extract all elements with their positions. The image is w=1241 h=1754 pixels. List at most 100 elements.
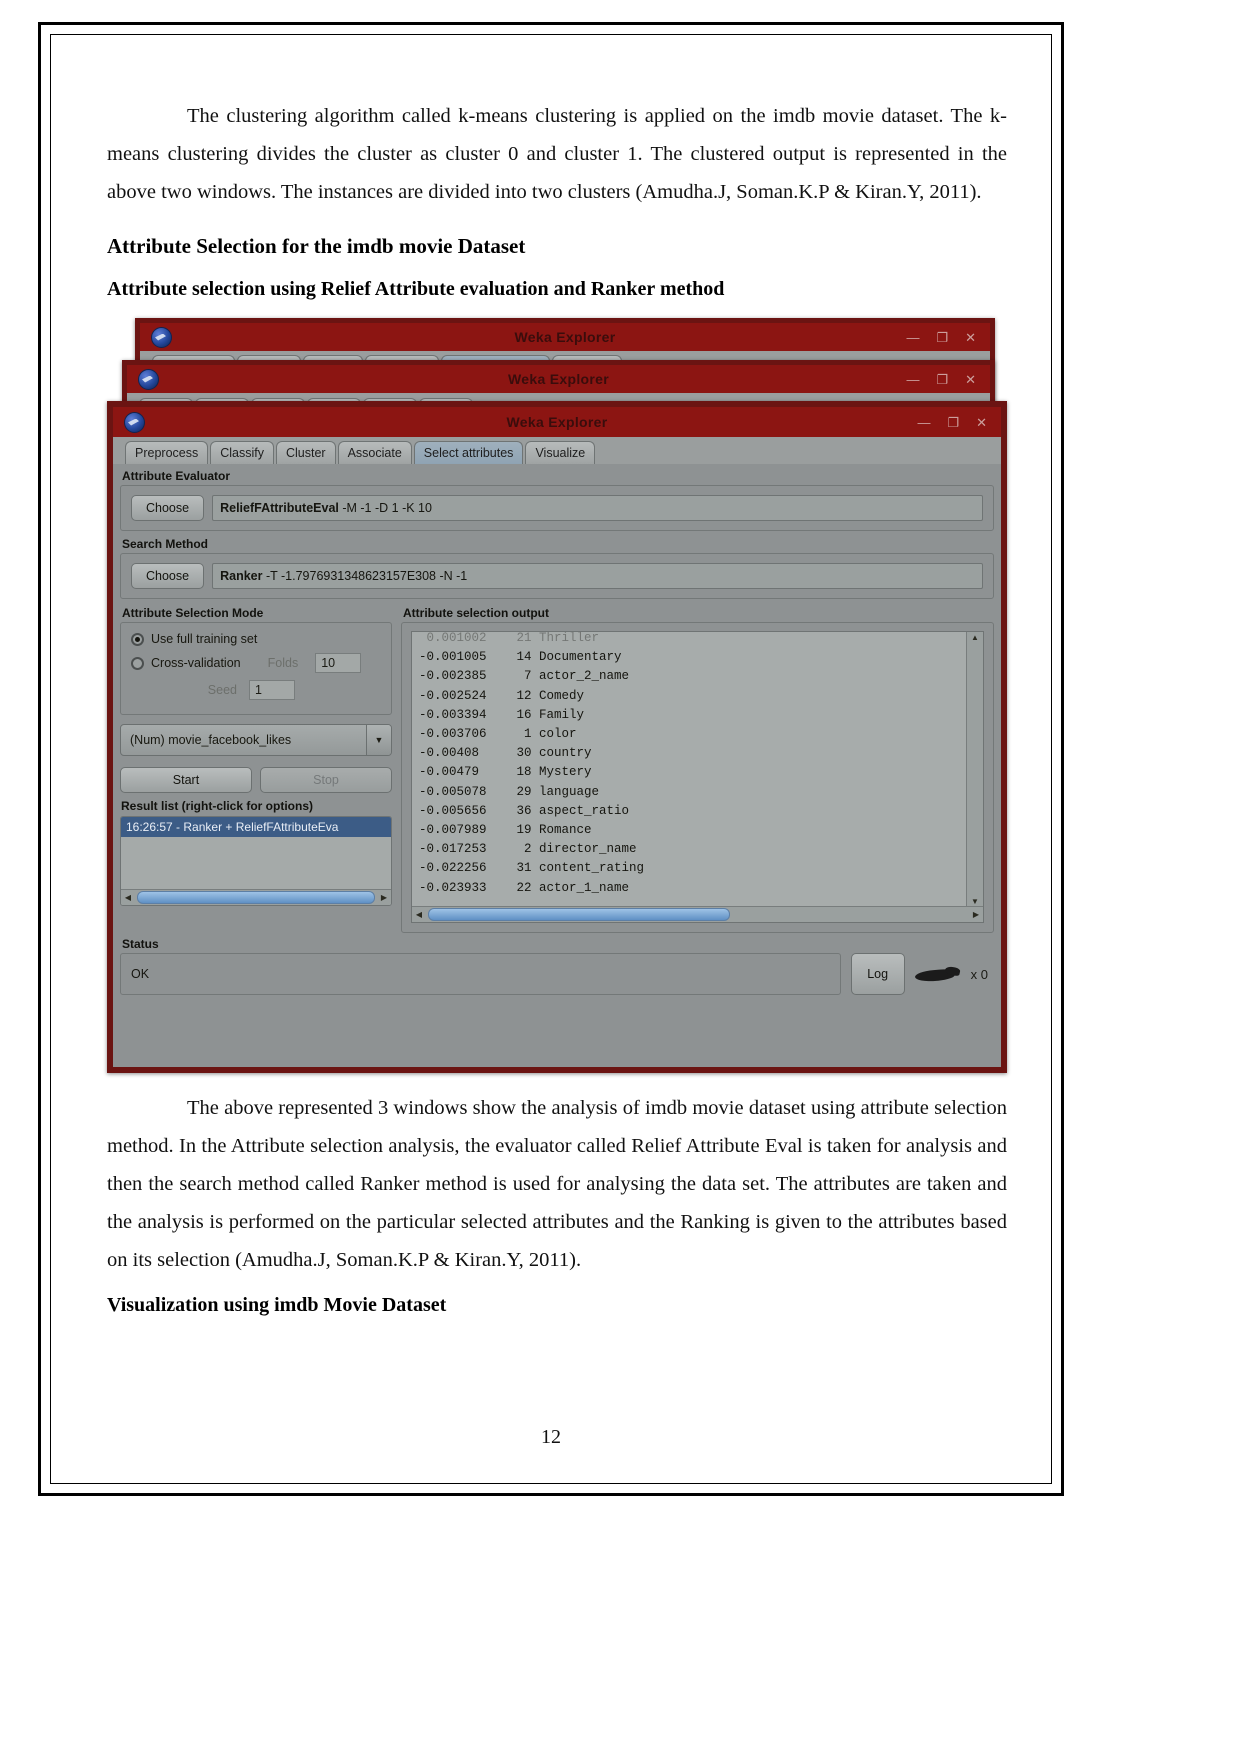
close-icon[interactable]: ✕ <box>976 416 987 429</box>
result-list-horizontal-scrollbar[interactable]: ◀ ▶ <box>121 889 391 905</box>
search-method-label: Search Method <box>122 537 209 551</box>
weka-bird-icon <box>915 962 961 986</box>
attribute-selection-output-label: Attribute selection output <box>403 606 549 620</box>
search-method-value-field[interactable]: Ranker -T -1.7976931348623157E308 -N -1 <box>212 563 983 589</box>
scroll-right-icon[interactable]: ▶ <box>377 893 391 902</box>
output-text-area[interactable]: 0.001002 21 Thriller -0.001005 14 Docume… <box>411 631 984 923</box>
radio-use-full-training-set[interactable]: Use full training set <box>131 632 381 646</box>
output-line: -0.002385 7 actor_2_name <box>419 669 630 684</box>
titlebar-background-1: Weka Explorer — ❐ ✕ <box>140 323 990 351</box>
right-column: Attribute selection output 0.001002 21 T… <box>401 605 994 933</box>
window-title: Weka Explorer <box>514 329 616 345</box>
window-title: Weka Explorer <box>508 371 609 387</box>
output-horizontal-scrollbar[interactable]: ◀ ▶ <box>412 906 983 922</box>
status-group: Status OK Log x 0 <box>120 937 994 995</box>
weka-window-foreground[interactable]: Weka Explorer — ❐ ✕ Preprocess Classify … <box>107 401 1007 1073</box>
paragraph-analysis: The above represented 3 windows show the… <box>107 1097 1007 1271</box>
output-line: -0.022256 31 content_rating <box>419 861 645 876</box>
start-button[interactable]: Start <box>120 767 252 793</box>
evaluator-name: ReliefFAttributeEval <box>220 501 339 515</box>
page-border-outer: The clustering algorithm called k-means … <box>38 22 1064 1496</box>
weka-explorer-screenshot-figure: Weka Explorer — ❐ ✕ Preprocess Classify … <box>107 313 1007 1083</box>
status-message: OK <box>120 953 841 995</box>
output-line: -0.007989 19 Romance <box>419 823 592 838</box>
result-list-item[interactable]: 16:26:57 - Ranker + ReliefFAttributeEva <box>121 817 391 837</box>
scroll-right-icon[interactable]: ▶ <box>969 910 983 919</box>
tab-select-attributes[interactable]: Select attributes <box>413 441 524 464</box>
scrollbar-thumb[interactable] <box>428 908 730 921</box>
chevron-down-icon[interactable]: ▼ <box>366 725 391 755</box>
close-icon[interactable]: ✕ <box>965 373 976 386</box>
paragraph-intro: The clustering algorithm called k-means … <box>107 105 1007 203</box>
output-line: -0.003706 1 color <box>419 727 577 742</box>
minimize-icon[interactable]: — <box>906 373 919 386</box>
start-stop-row: Start Stop <box>120 767 392 793</box>
output-line: -0.005656 36 aspect_ratio <box>419 803 630 818</box>
tabstrip-foreground[interactable]: Preprocess Classify Cluster Associate Se… <box>113 437 1001 465</box>
search-method-box: Choose Ranker -T -1.7976931348623157E308… <box>120 553 994 599</box>
attribute-selection-output-box: 0.001002 21 Thriller -0.001005 14 Docume… <box>401 622 994 933</box>
radio-icon-unselected[interactable] <box>131 656 144 670</box>
tab-classify[interactable]: Classify <box>210 441 274 464</box>
close-icon[interactable]: ✕ <box>965 331 976 344</box>
output-line: -0.001005 14 Documentary <box>419 650 622 665</box>
scrollbar-thumb[interactable] <box>137 891 375 904</box>
output-line: -0.003394 16 Family <box>419 707 585 722</box>
tab-associate[interactable]: Associate <box>337 441 412 464</box>
output-line: -0.023933 22 actor_1_name <box>419 880 630 895</box>
window-title: Weka Explorer <box>506 414 608 430</box>
seed-input[interactable]: 1 <box>249 680 295 700</box>
attribute-selection-mode-label: Attribute Selection Mode <box>122 606 264 620</box>
minimize-icon[interactable]: — <box>917 416 930 429</box>
radio-label-full-training: Use full training set <box>151 632 258 646</box>
stop-button[interactable]: Stop <box>260 767 392 793</box>
scroll-left-icon[interactable]: ◀ <box>121 893 135 902</box>
maximize-icon[interactable]: ❐ <box>936 331 948 344</box>
result-list-label: Result list (right-click for options) <box>121 799 314 813</box>
tab-cluster[interactable]: Cluster <box>276 441 336 464</box>
output-text-content: 0.001002 21 Thriller -0.001005 14 Docume… <box>419 632 961 922</box>
scroll-left-icon[interactable]: ◀ <box>412 910 426 919</box>
tab-visualize[interactable]: Visualize <box>525 441 596 464</box>
result-list[interactable]: 16:26:57 - Ranker + ReliefFAttributeEva … <box>120 816 392 906</box>
seed-row: Seed 1 <box>151 680 381 700</box>
search-method-chooser-row: Choose Ranker -T -1.7976931348623157E308… <box>131 563 983 589</box>
titlebar-background-2: Weka Explorer — ❐ ✕ <box>127 365 990 393</box>
seed-label: Seed <box>207 683 237 697</box>
radio-label-cross-validation: Cross-validation <box>151 656 241 670</box>
attribute-evaluator-box: Choose ReliefFAttributeEval -M -1 -D 1 -… <box>120 485 994 531</box>
page-heading-attribute-selection: Attribute Selection for the imdb movie D… <box>107 234 526 258</box>
minimize-icon[interactable]: — <box>906 331 919 344</box>
output-line: -0.00479 18 Mystery <box>419 765 592 780</box>
evaluator-value-field[interactable]: ReliefFAttributeEval -M -1 -D 1 -K 10 <box>212 495 983 521</box>
window-controls[interactable]: — ❐ ✕ <box>906 373 990 386</box>
output-vertical-scrollbar[interactable]: ▲ ▼ <box>966 632 983 907</box>
search-method-options: -T -1.7976931348623157E308 -N -1 <box>262 569 468 583</box>
window-controls[interactable]: — ❐ ✕ <box>906 331 990 344</box>
maximize-icon[interactable]: ❐ <box>947 416 959 429</box>
maximize-icon[interactable]: ❐ <box>936 373 948 386</box>
folds-input[interactable]: 10 <box>315 653 362 673</box>
evaluator-options: -M -1 -D 1 -K 10 <box>338 501 432 515</box>
folds-label: Folds <box>267 656 299 670</box>
page-content: The clustering algorithm called k-means … <box>107 97 1007 1329</box>
class-attribute-combobox[interactable]: (Num) movie_facebook_likes ▼ <box>120 724 392 756</box>
output-line: -0.002524 12 Comedy <box>419 688 585 703</box>
page-subheading-visualization: Visualization using imdb Movie Dataset <box>107 1294 447 1316</box>
status-row: OK Log x 0 <box>120 953 994 995</box>
attribute-evaluator-group: Attribute Evaluator Choose ReliefFAttrib… <box>120 469 994 531</box>
choose-evaluator-button[interactable]: Choose <box>131 495 205 521</box>
scroll-up-icon[interactable]: ▲ <box>971 632 979 643</box>
window-controls[interactable]: — ❐ ✕ <box>917 416 1001 429</box>
choose-search-method-button[interactable]: Choose <box>131 563 205 589</box>
log-button[interactable]: Log <box>850 953 905 995</box>
left-column: Attribute Selection Mode Use full traini… <box>120 605 392 906</box>
radio-icon-selected[interactable] <box>131 632 144 646</box>
status-label: Status <box>122 937 159 951</box>
radio-cross-validation[interactable]: Cross-validation Folds 10 <box>131 653 381 673</box>
page-subheading-relief-ranker: Attribute selection using Relief Attribu… <box>107 278 725 300</box>
output-line: -0.005078 29 language <box>419 784 600 799</box>
tab-preprocess[interactable]: Preprocess <box>125 441 209 464</box>
select-attributes-panel: Attribute Evaluator Choose ReliefFAttrib… <box>113 464 1001 1067</box>
output-line: -0.017253 2 director_name <box>419 842 637 857</box>
